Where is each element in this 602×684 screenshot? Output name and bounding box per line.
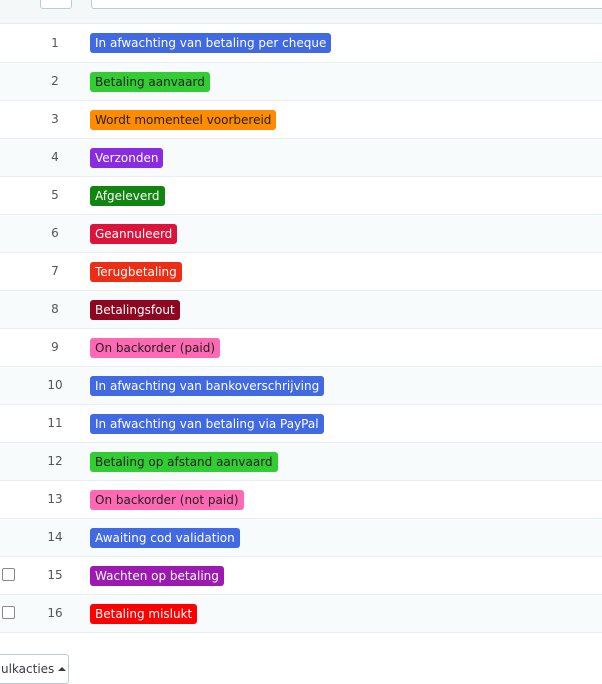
status-badge: Verzonden bbox=[90, 147, 164, 168]
status-id: 1 bbox=[20, 24, 90, 63]
row-select-cell bbox=[0, 100, 20, 139]
table-row[interactable]: 3 Wordt momenteel voorbereid bbox=[0, 100, 602, 139]
table-row[interactable]: 10 In afwachting van bankoverschrijving bbox=[0, 366, 602, 405]
status-id: 4 bbox=[20, 138, 90, 177]
status-badge: On backorder (not paid) bbox=[90, 489, 244, 510]
status-id: 10 bbox=[20, 366, 90, 405]
status-id: 2 bbox=[20, 62, 90, 101]
status-badge: Afgeleverd bbox=[90, 185, 165, 206]
status-id: 12 bbox=[20, 442, 90, 481]
status-id: 13 bbox=[20, 480, 90, 519]
status-badge: Wordt momenteel voorbereid bbox=[90, 109, 277, 130]
status-id: 3 bbox=[20, 100, 90, 139]
status-table: 1 In afwachting van betaling per cheque 2 B… bbox=[0, 24, 602, 633]
status-id: 15 bbox=[20, 556, 90, 595]
status-name-cell: On backorder (paid) bbox=[90, 328, 602, 367]
table-row[interactable]: 12 Betaling op afstand aanvaard bbox=[0, 442, 602, 481]
status-id: 11 bbox=[20, 404, 90, 443]
row-select-cell bbox=[0, 24, 20, 63]
table-row[interactable]: 4 Verzonden bbox=[0, 138, 602, 177]
status-name-cell: Geannuleerd bbox=[90, 214, 602, 253]
status-name-cell: Verzonden bbox=[90, 138, 602, 177]
table-row[interactable]: 1 In afwachting van betaling per cheque bbox=[0, 24, 602, 63]
status-badge: Betaling mislukt bbox=[90, 603, 198, 624]
status-id: 16 bbox=[20, 594, 90, 633]
status-badge: Betalingsfout bbox=[90, 299, 180, 320]
table-row[interactable]: 2 Betaling aanvaard bbox=[0, 62, 602, 101]
table-row[interactable]: 11 In afwachting van betaling via PayPal bbox=[0, 404, 602, 443]
row-select-cell bbox=[0, 556, 20, 595]
table-row[interactable]: 9 On backorder (paid) bbox=[0, 328, 602, 367]
table-row[interactable]: 16 Betaling mislukt bbox=[0, 594, 602, 633]
status-badge: Betaling aanvaard bbox=[90, 71, 210, 92]
name-filter-input[interactable] bbox=[91, 0, 602, 9]
row-select-cell bbox=[0, 480, 20, 519]
status-id: 7 bbox=[20, 252, 90, 291]
row-checkbox[interactable] bbox=[2, 567, 15, 581]
row-select-cell bbox=[0, 176, 20, 215]
table-row[interactable]: 8 Betalingsfout bbox=[0, 290, 602, 329]
filter-row bbox=[0, 0, 602, 24]
status-name-cell: On backorder (not paid) bbox=[90, 480, 602, 519]
row-checkbox[interactable] bbox=[2, 605, 15, 619]
caret-up-icon bbox=[58, 666, 67, 671]
row-select-cell bbox=[0, 214, 20, 253]
row-select-cell bbox=[0, 290, 20, 329]
status-id: 9 bbox=[20, 328, 90, 367]
status-name-cell: Afgeleverd bbox=[90, 176, 602, 215]
status-badge: Terugbetaling bbox=[90, 261, 182, 282]
row-select-cell bbox=[0, 328, 20, 367]
status-badge: Awaiting cod validation bbox=[90, 527, 240, 548]
status-id: 14 bbox=[20, 518, 90, 557]
table-row[interactable]: 5 Afgeleverd bbox=[0, 176, 602, 215]
bulk-actions-label: ulkacties bbox=[1, 662, 55, 676]
table-row[interactable]: 6 Geannuleerd bbox=[0, 214, 602, 253]
row-select-cell bbox=[0, 518, 20, 557]
status-name-cell: Betalingsfout bbox=[90, 290, 602, 329]
table-row[interactable]: 15 Wachten op betaling bbox=[0, 556, 602, 595]
row-select-cell bbox=[0, 62, 20, 101]
status-name-cell: In afwachting van bankoverschrijving bbox=[90, 366, 602, 405]
status-id: 5 bbox=[20, 176, 90, 215]
row-select-cell bbox=[0, 252, 20, 291]
id-filter-input[interactable] bbox=[40, 0, 72, 9]
status-name-cell: Wachten op betaling bbox=[90, 556, 602, 595]
status-name-cell: Wordt momenteel voorbereid bbox=[90, 100, 602, 139]
row-select-cell bbox=[0, 366, 20, 405]
row-select-cell bbox=[0, 594, 20, 633]
status-name-cell: Awaiting cod validation bbox=[90, 518, 602, 557]
status-name-cell: In afwachting van betaling via PayPal bbox=[90, 404, 602, 443]
row-select-cell bbox=[0, 442, 20, 481]
table-row[interactable]: 13 On backorder (not paid) bbox=[0, 480, 602, 519]
table-row[interactable]: 7 Terugbetaling bbox=[0, 252, 602, 291]
status-badge: Wachten op betaling bbox=[90, 565, 224, 586]
status-name-cell: Betaling aanvaard bbox=[90, 62, 602, 101]
bulk-actions-button[interactable]: ulkacties bbox=[0, 654, 69, 684]
status-name-cell: Terugbetaling bbox=[90, 252, 602, 291]
row-select-cell bbox=[0, 138, 20, 177]
table-row[interactable]: 14 Awaiting cod validation bbox=[0, 518, 602, 557]
status-id: 8 bbox=[20, 290, 90, 329]
status-name-cell: Betaling mislukt bbox=[90, 594, 602, 633]
status-badge: In afwachting van betaling via PayPal bbox=[90, 413, 324, 434]
status-id: 6 bbox=[20, 214, 90, 253]
status-badge: Geannuleerd bbox=[90, 223, 178, 244]
status-name-cell: Betaling op afstand aanvaard bbox=[90, 442, 602, 481]
status-name-cell: In afwachting van betaling per cheque bbox=[90, 24, 602, 63]
order-status-list: 1 In afwachting van betaling per cheque 2 B… bbox=[0, 0, 602, 684]
status-badge: Betaling op afstand aanvaard bbox=[90, 451, 278, 472]
row-select-cell bbox=[0, 404, 20, 443]
status-badge: On backorder (paid) bbox=[90, 337, 221, 358]
status-badge: In afwachting van betaling per cheque bbox=[90, 33, 332, 54]
status-table-body: 1 In afwachting van betaling per cheque 2 B… bbox=[0, 24, 602, 633]
status-badge: In afwachting van bankoverschrijving bbox=[90, 375, 325, 396]
